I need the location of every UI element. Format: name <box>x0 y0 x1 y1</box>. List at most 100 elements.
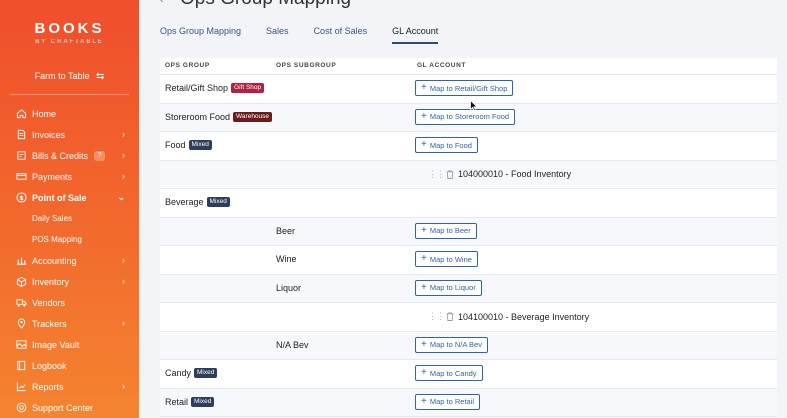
status-badge: Warehouse <box>233 111 273 122</box>
sidebar-subitem-daily-sales[interactable]: Daily Sales <box>0 208 139 229</box>
plus-icon: + <box>421 139 427 150</box>
location-switcher[interactable]: Farm to Table ⇆ <box>0 71 139 82</box>
sidebar-item-label: Accounting <box>32 255 77 266</box>
tab-cost-of-sales[interactable]: Cost of Sales <box>314 26 368 44</box>
inventory-icon <box>15 276 27 288</box>
sidebar-item-inventory[interactable]: Inventory › <box>0 271 139 292</box>
chevron-right-icon: › <box>122 171 125 181</box>
gl-account-label: 104100010 - Beverage Inventory <box>458 311 590 322</box>
svg-text:$: $ <box>19 194 24 202</box>
sidebar-item-label: Inventory <box>32 276 70 287</box>
sidebar-item-point-of-sale[interactable]: $ Point of Sale ⌄ <box>0 187 139 208</box>
button-label: Map to Liquor <box>429 283 476 292</box>
sidebar-item-bills-credits[interactable]: Bills & Credits ? › <box>0 145 139 166</box>
ops-subgroup-name: N/A Bev <box>276 339 309 350</box>
ops-group-cell: Storeroom Food Warehouse <box>165 111 273 122</box>
tab-ops-group-mapping[interactable]: Ops Group Mapping <box>160 26 241 44</box>
home-icon <box>15 108 27 120</box>
table-row: Liquor + Map to Liquor <box>160 274 777 303</box>
tab-sales[interactable]: Sales <box>266 26 289 44</box>
ops-subgroup-name: Liquor <box>276 282 302 293</box>
button-label: Map to Beer <box>429 226 471 235</box>
drag-handle-icon[interactable]: ⋮⋮ <box>428 311 445 322</box>
tab-gl-account[interactable]: GL Account <box>392 26 439 44</box>
plus-icon: + <box>421 395 427 407</box>
map-gl-account-button[interactable]: + Map to Wine <box>415 251 478 267</box>
table-header: OPS GROUP OPS SUBGROUP GL ACCOUNT <box>160 58 777 75</box>
sidebar-item-label: Logbook <box>32 360 67 371</box>
sidebar-item-accounting[interactable]: Accounting › <box>0 250 139 271</box>
tab-bar: Ops Group Mapping Sales Cost of Sales GL… <box>160 26 463 44</box>
help-badge[interactable]: ? <box>94 150 106 161</box>
status-badge: Mixed <box>206 197 230 207</box>
ops-group-name: Retail <box>165 396 189 407</box>
ops-group-name: Storeroom Food <box>165 111 231 122</box>
ops-subgroup-name: Beer <box>276 225 296 236</box>
table-row: Wine + Map to Wine <box>160 246 777 275</box>
sidebar-item-logbook[interactable]: Logbook <box>0 355 139 376</box>
sidebar-item-label: Payments <box>32 171 73 182</box>
back-arrow-icon[interactable]: ‹ <box>159 0 164 6</box>
accounting-icon <box>15 255 27 267</box>
map-gl-account-button[interactable]: + Map to Retail/Gift Shop <box>415 80 514 96</box>
plus-icon: + <box>421 367 427 378</box>
sidebar-item-invoices[interactable]: Invoices › <box>0 124 139 145</box>
pin-icon <box>15 318 27 330</box>
sidebar-item-label: Invoices <box>32 129 66 140</box>
button-label: Map to Retail <box>429 397 475 406</box>
map-gl-account-button[interactable]: + Map to Candy <box>415 365 483 381</box>
sidebar-item-label: Trackers <box>32 318 67 329</box>
logo[interactable]: BOOKS BY CRAFTABLE <box>0 20 139 45</box>
sidebar-item-trackers[interactable]: Trackers › <box>0 313 139 334</box>
sidebar-item-label: Support Center <box>32 402 94 413</box>
sidebar-subitem-pos-mapping[interactable]: POS Mapping <box>0 229 139 250</box>
map-gl-account-button[interactable]: + Map to Retail <box>415 393 481 410</box>
page-header: ‹ Ops Group Mapping Ops Group Mapping Sa… <box>139 0 787 50</box>
mouse-cursor-icon <box>470 100 478 111</box>
column-header-ops-subgroup: OPS SUBGROUP <box>276 62 337 69</box>
sidebar-item-reports[interactable]: Reports › <box>0 376 139 397</box>
status-badge: Mixed <box>191 396 215 407</box>
sidebar-divider <box>10 94 129 95</box>
table-row: N/A Bev + Map to N/A Bev <box>160 331 777 360</box>
table-row: Storeroom Food Warehouse + Map to Storero… <box>160 103 777 132</box>
bills-icon <box>15 150 27 162</box>
sidebar-nav: Home Invoices › Bills & Credits ? › Paym… <box>0 103 139 418</box>
column-header-ops-group: OPS GROUP <box>165 62 210 69</box>
sidebar-item-image-vault[interactable]: Image Vault <box>0 334 139 355</box>
table-row: Retail/Gift Shop Gift Shop + Map to Retai… <box>160 75 777 104</box>
invoice-icon <box>15 129 27 141</box>
button-label: Map to Retail/Gift Shop <box>429 83 508 93</box>
sidebar-item-vendors[interactable]: Vendors <box>0 292 139 313</box>
table-row: Candy Mixed + Map to Candy <box>160 360 777 389</box>
trash-icon[interactable] <box>446 312 454 321</box>
ops-subgroup-name: Wine <box>276 254 297 264</box>
drag-handle-icon[interactable]: ⋮⋮ <box>428 169 445 180</box>
sidebar-item-home[interactable]: Home <box>0 103 139 124</box>
sidebar-item-payments[interactable]: Payments › <box>0 166 139 187</box>
sidebar-item-support-center[interactable]: Support Center <box>0 397 139 418</box>
image-icon <box>15 339 27 351</box>
card-icon <box>15 171 27 183</box>
column-header-gl-account: GL ACCOUNT <box>417 62 466 69</box>
table-row: ⋮⋮ 104100010 - Beverage Inventory <box>160 303 777 332</box>
ops-group-name: Retail/Gift Shop <box>165 83 229 93</box>
ops-group-cell: Candy Mixed <box>165 368 218 378</box>
chevron-right-icon: › <box>122 129 125 139</box>
map-gl-account-button[interactable]: + Map to Liquor <box>415 279 482 296</box>
table-row: ⋮⋮ 104000010 - Food Inventory <box>160 160 777 189</box>
map-gl-account-button[interactable]: + Map to Food <box>415 137 478 153</box>
trash-icon[interactable] <box>446 169 454 179</box>
map-gl-account-button[interactable]: + Map to Storeroom Food <box>415 108 516 125</box>
map-gl-account-button[interactable]: + Map to N/A Bev <box>415 336 488 353</box>
map-gl-account-button[interactable]: + Map to Beer <box>415 222 477 239</box>
chevron-right-icon: › <box>122 318 125 328</box>
plus-icon: + <box>421 82 427 93</box>
table-row: Beverage Mixed <box>160 189 777 218</box>
gl-account-item: ⋮⋮ 104100010 - Beverage Inventory <box>428 311 589 322</box>
ops-group-cell: Food Mixed <box>165 140 212 150</box>
table-row: Retail Mixed + Map to Retail <box>160 388 777 417</box>
chevron-down-icon: ⌄ <box>117 192 125 202</box>
sidebar: BOOKS BY CRAFTABLE Farm to Table ⇆ Home … <box>0 0 139 418</box>
mapping-table: OPS GROUP OPS SUBGROUP GL ACCOUNT Retail… <box>160 58 777 417</box>
